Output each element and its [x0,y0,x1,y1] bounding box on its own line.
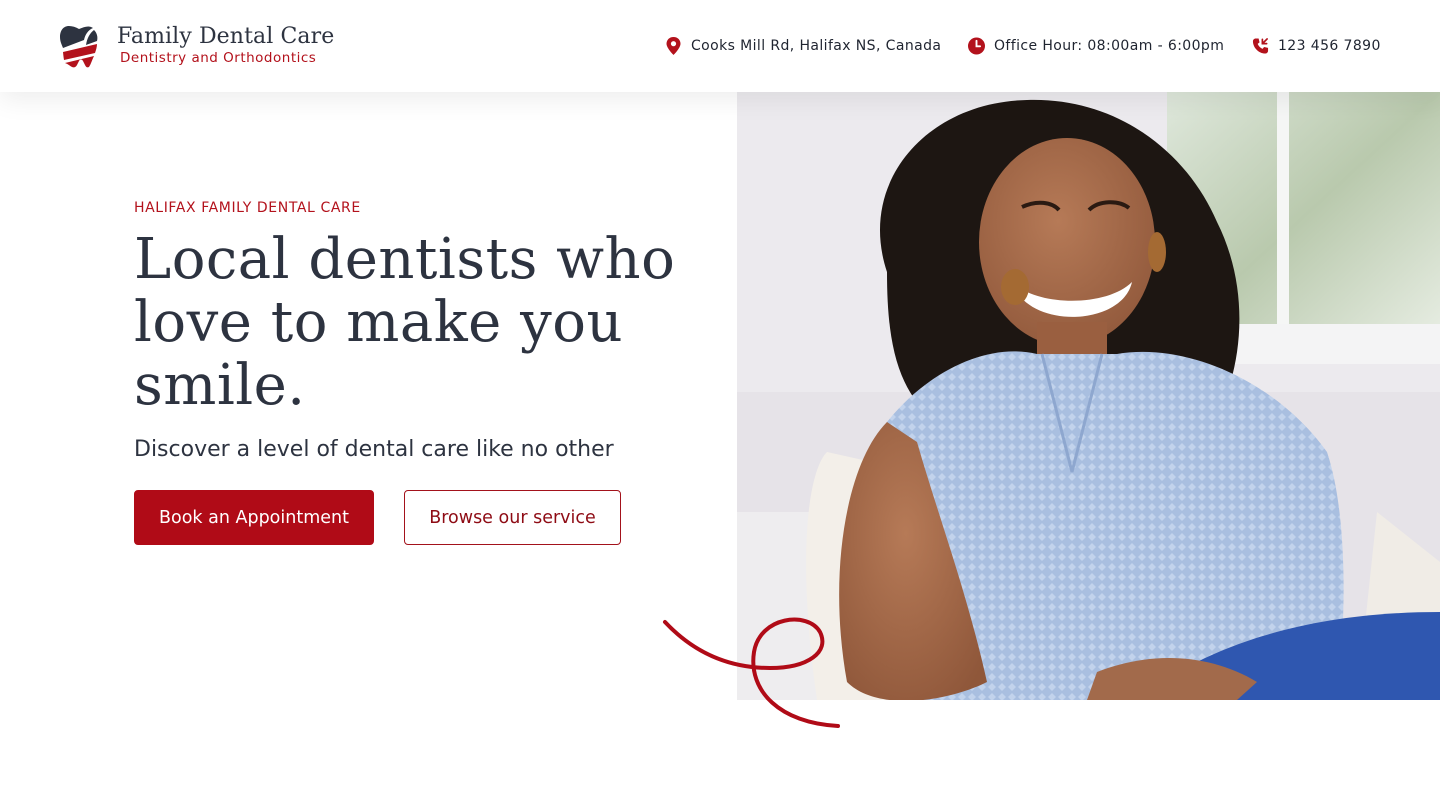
brand-name: Family Dental Care [117,24,335,49]
browse-service-button[interactable]: Browse our service [404,490,621,545]
brand-tagline: Dentistry and Orthodontics [120,50,317,66]
hero-eyebrow: HALIFAX FAMILY DENTAL CARE [134,200,361,216]
hero-subheadline: Discover a level of dental care like no … [134,437,614,462]
book-appointment-button[interactable]: Book an Appointment [134,490,374,545]
hours-text: Office Hour: 08:00am - 6:00pm [994,38,1225,54]
decorative-swirl [663,617,840,728]
contact-hours: Office Hour: 08:00am - 6:00pm [968,36,1224,56]
tooth-logo-icon [60,26,98,68]
clock-icon [968,37,985,55]
contact-address[interactable]: Cooks Mill Rd, Halifax NS, Canada [665,36,941,56]
brand-logo[interactable]: Family Dental Care Dentistry and Orthodo… [60,24,334,68]
phone-text: 123 456 7890 [1278,38,1381,54]
contact-phone[interactable]: 123 456 7890 [1252,36,1381,56]
phone-icon [1252,38,1269,54]
hero-headline: Local dentists who love to make you smil… [134,227,676,418]
location-pin-icon [666,37,681,55]
address-text: Cooks Mill Rd, Halifax NS, Canada [691,38,942,54]
site-header: Family Dental Care Dentistry and Orthodo… [0,0,1440,92]
